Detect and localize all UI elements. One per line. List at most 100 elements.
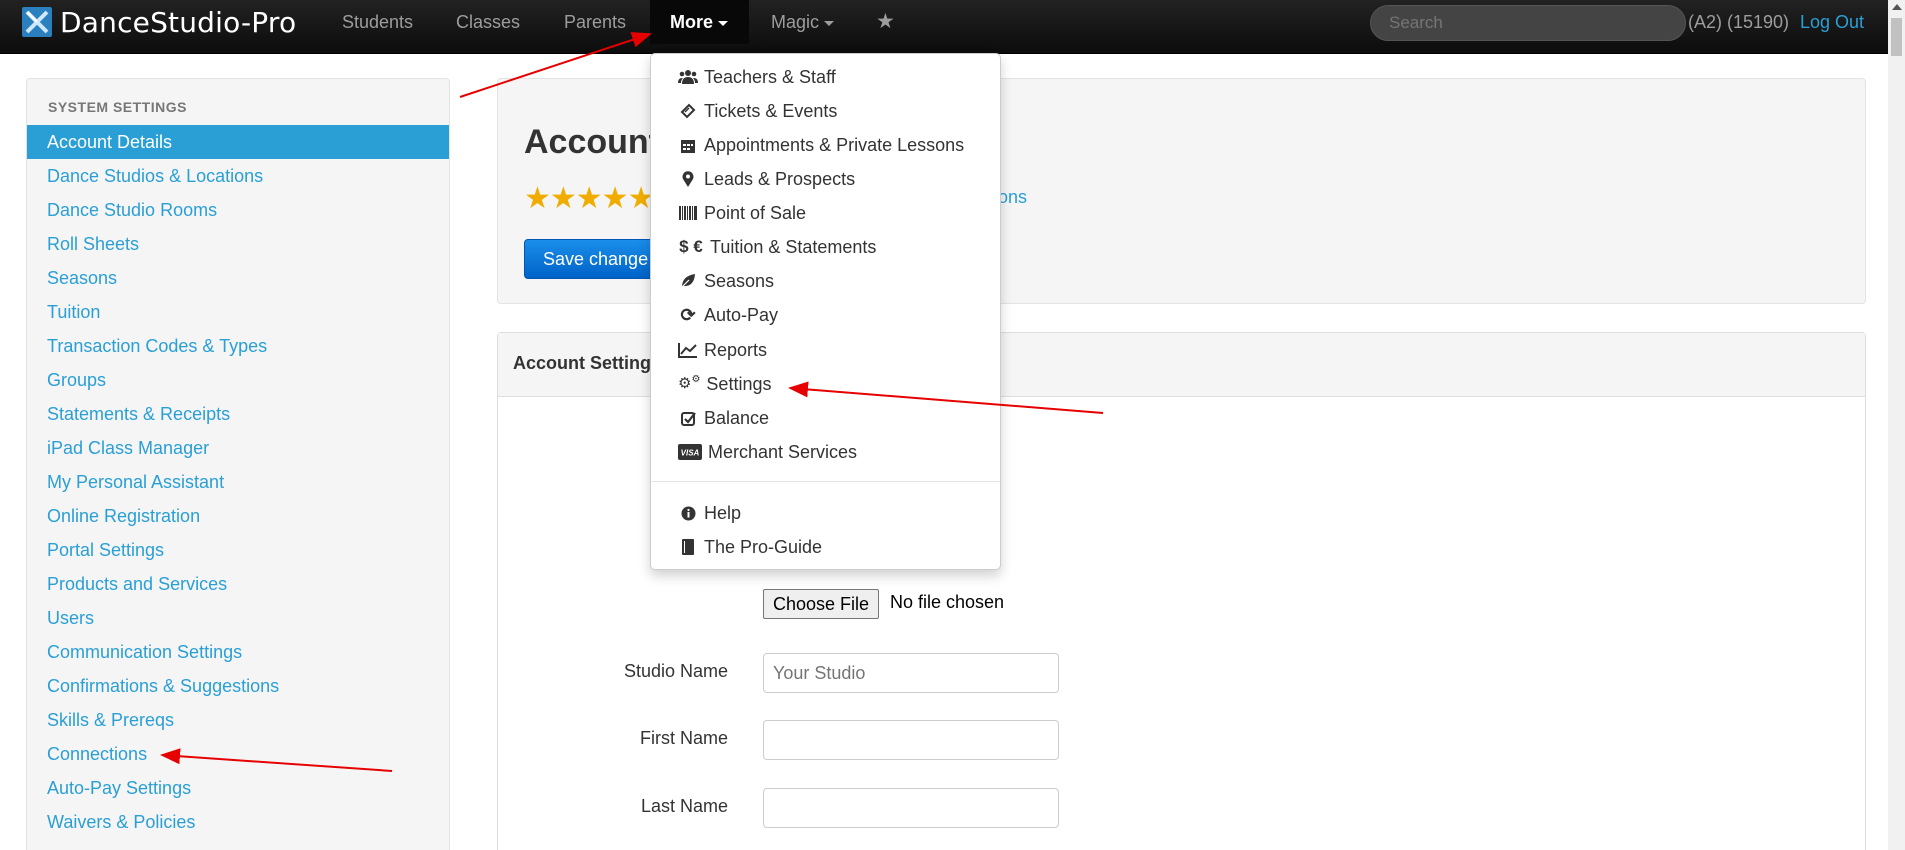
menu-item-merchant-services[interactable]: VISA Merchant Services bbox=[678, 437, 857, 467]
menu-item-balance[interactable]: Balance bbox=[678, 403, 769, 433]
menu-item-label: Tuition & Statements bbox=[710, 237, 877, 257]
sidebar-item-tuition[interactable]: Tuition bbox=[27, 295, 449, 329]
menu-item-auto-pay[interactable]: ⟳ Auto-Pay bbox=[678, 300, 778, 330]
menu-item-pro-guide[interactable]: The Pro-Guide bbox=[678, 532, 822, 562]
nav-classes[interactable]: Classes bbox=[436, 0, 540, 44]
menu-item-help[interactable]: Help bbox=[678, 498, 741, 528]
map-marker-icon bbox=[678, 171, 698, 187]
brand-name: DanceStudio-Pro bbox=[60, 5, 297, 39]
sidebar-item-dance-studio-rooms[interactable]: Dance Studio Rooms bbox=[27, 193, 449, 227]
first-name-field[interactable] bbox=[763, 720, 1059, 760]
more-dropdown-menu: Teachers & Staff Tickets & Events Appoin… bbox=[650, 53, 1001, 570]
menu-item-label: Appointments & Private Lessons bbox=[704, 135, 965, 155]
sidebar-item-waivers-policies[interactable]: Waivers & Policies bbox=[27, 805, 449, 839]
menu-divider bbox=[652, 481, 1000, 482]
sidebar-item-communication-settings[interactable]: Communication Settings bbox=[27, 635, 449, 669]
menu-item-label: The Pro-Guide bbox=[704, 537, 823, 557]
caret-down-icon bbox=[718, 20, 729, 26]
menu-item-label: Merchant Services bbox=[708, 442, 858, 462]
panel-title: Account Setting bbox=[513, 353, 651, 373]
menu-item-teachers-staff[interactable]: Teachers & Staff bbox=[678, 62, 836, 92]
dollar-euro-icon: $ € bbox=[679, 237, 703, 256]
sidebar-item-dance-studios-locations[interactable]: Dance Studios & Locations bbox=[27, 159, 449, 193]
nav-parents[interactable]: Parents bbox=[544, 0, 646, 44]
menu-item-point-of-sale[interactable]: Point of Sale bbox=[678, 198, 806, 228]
studio-name-label: Studio Name bbox=[623, 661, 728, 681]
nav-magic-label: Magic bbox=[771, 12, 820, 32]
page-scrollbar[interactable] bbox=[1888, 0, 1905, 850]
nav-more-label: More bbox=[670, 12, 714, 32]
check-square-icon bbox=[678, 411, 698, 426]
sidebar-item-groups[interactable]: Groups bbox=[27, 363, 449, 397]
barcode-icon bbox=[678, 206, 698, 220]
rating-stars-icon: ★★★★★ bbox=[524, 182, 654, 215]
menu-item-tickets-events[interactable]: Tickets & Events bbox=[678, 96, 837, 126]
menu-item-label: Auto-Pay bbox=[704, 305, 779, 325]
gears-icon: ⚙ ⚙ bbox=[678, 374, 701, 392]
menu-item-tuition-statements[interactable]: $ € Tuition & Statements bbox=[678, 232, 876, 262]
sidebar-item-online-registration[interactable]: Online Registration bbox=[27, 499, 449, 533]
calendar-icon bbox=[678, 138, 698, 153]
leaf-icon bbox=[678, 273, 698, 289]
menu-item-reports[interactable]: Reports bbox=[678, 335, 767, 365]
sidebar-item-products-services[interactable]: Products and Services bbox=[27, 567, 449, 601]
sidebar-item-personal-assistant[interactable]: My Personal Assistant bbox=[27, 465, 449, 499]
sidebar-item-statements-receipts[interactable]: Statements & Receipts bbox=[27, 397, 449, 431]
sidebar-item-seasons[interactable]: Seasons bbox=[27, 261, 449, 295]
sidebar-item-users[interactable]: Users bbox=[27, 601, 449, 635]
menu-item-label: Reports bbox=[704, 340, 768, 360]
sidebar-item-confirmations-suggestions[interactable]: Confirmations & Suggestions bbox=[27, 669, 449, 703]
account-info: (A2) (15190) bbox=[1688, 12, 1790, 32]
svg-text:VISA: VISA bbox=[681, 449, 700, 458]
scrollbar-thumb[interactable] bbox=[1891, 18, 1902, 56]
sidebar-item-transaction-codes[interactable]: Transaction Codes & Types bbox=[27, 329, 449, 363]
settings-sidebar: SYSTEM SETTINGS Account Details Dance St… bbox=[26, 78, 450, 850]
search-input[interactable] bbox=[1370, 5, 1686, 41]
page-title: Account bbox=[524, 123, 660, 161]
logo-icon bbox=[22, 7, 52, 37]
choose-file-button[interactable]: Choose File bbox=[763, 589, 880, 619]
sidebar-item-connections[interactable]: Connections bbox=[27, 737, 449, 771]
menu-item-label: Tickets & Events bbox=[704, 101, 838, 121]
nav-magic[interactable]: Magic bbox=[751, 0, 854, 44]
sidebar-item-portal-settings[interactable]: Portal Settings bbox=[27, 533, 449, 567]
sidebar-item-roll-sheets[interactable]: Roll Sheets bbox=[27, 227, 449, 261]
save-changes-button[interactable]: Save change bbox=[524, 239, 668, 279]
menu-item-label: Balance bbox=[704, 408, 770, 428]
first-name-label: First Name bbox=[639, 728, 728, 748]
menu-item-label: Settings bbox=[706, 374, 772, 394]
favorites-star-icon[interactable]: ★ bbox=[876, 0, 895, 44]
menu-item-appointments[interactable]: Appointments & Private Lessons bbox=[678, 130, 964, 160]
sidebar-list: Account Details Dance Studios & Location… bbox=[27, 125, 449, 839]
scroll-up-icon[interactable] bbox=[1892, 4, 1902, 10]
menu-item-label: Leads & Prospects bbox=[704, 169, 856, 189]
line-chart-icon bbox=[678, 342, 698, 358]
menu-item-settings[interactable]: ⚙ ⚙ Settings bbox=[678, 369, 771, 399]
menu-item-label: Seasons bbox=[704, 271, 775, 291]
caret-down-icon bbox=[824, 20, 835, 26]
brand[interactable]: DanceStudio-Pro bbox=[22, 0, 296, 44]
nav-students[interactable]: Students bbox=[322, 0, 433, 44]
menu-item-seasons[interactable]: Seasons bbox=[678, 266, 774, 296]
menu-item-leads-prospects[interactable]: Leads & Prospects bbox=[678, 164, 855, 194]
menu-item-label: Point of Sale bbox=[704, 203, 807, 223]
refresh-icon: ⟳ bbox=[680, 305, 696, 325]
file-status: No file chosen bbox=[890, 592, 1005, 612]
users-icon bbox=[678, 69, 698, 85]
ticket-icon bbox=[678, 103, 698, 119]
sidebar-item-auto-pay-settings[interactable]: Auto-Pay Settings bbox=[27, 771, 449, 805]
sidebar-header: SYSTEM SETTINGS bbox=[48, 99, 187, 115]
info-circle-icon bbox=[678, 506, 698, 521]
studio-name-field[interactable] bbox=[763, 653, 1059, 693]
nav-more[interactable]: More bbox=[650, 0, 749, 44]
last-name-label: Last Name bbox=[640, 796, 728, 816]
sidebar-item-skills-prereqs[interactable]: Skills & Prereqs bbox=[27, 703, 449, 737]
logout-link[interactable]: Log Out bbox=[1800, 0, 1864, 44]
top-navbar: DanceStudio-Pro Students Classes Parents… bbox=[0, 0, 1905, 54]
rating-link[interactable]: ons bbox=[998, 187, 1027, 208]
menu-item-label: Teachers & Staff bbox=[704, 67, 836, 87]
visa-card-icon: VISA bbox=[678, 444, 702, 460]
last-name-field[interactable] bbox=[763, 788, 1059, 828]
sidebar-item-ipad-class-manager[interactable]: iPad Class Manager bbox=[27, 431, 449, 465]
sidebar-item-account-details[interactable]: Account Details bbox=[27, 125, 449, 159]
